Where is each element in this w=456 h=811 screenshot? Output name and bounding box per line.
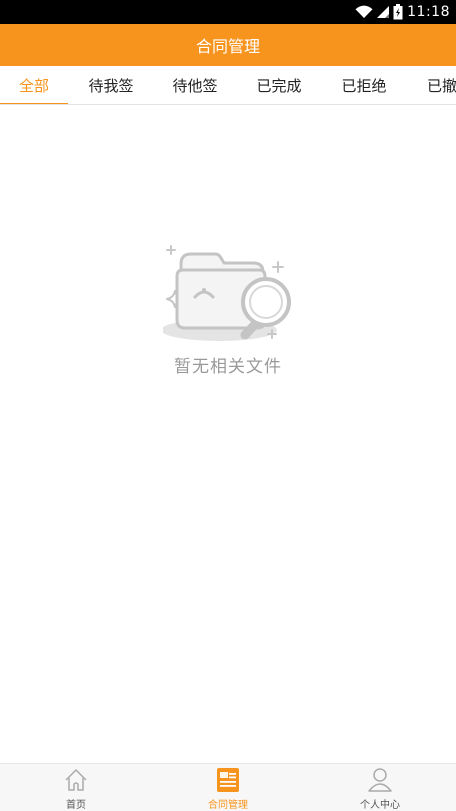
status-icons bbox=[355, 4, 403, 20]
status-time: 11:18 bbox=[407, 4, 450, 20]
page-title: 合同管理 bbox=[195, 37, 260, 56]
tab-bar: 全部 待我签 待他签 已完成 已拒绝 已撤 bbox=[0, 66, 456, 105]
tab-rejected[interactable]: 已拒绝 bbox=[330, 66, 398, 104]
user-icon bbox=[368, 768, 392, 792]
tab-pending-me[interactable]: 待我签 bbox=[77, 66, 145, 104]
empty-folder-search-icon bbox=[163, 245, 291, 341]
nav-contract-label: 合同管理 bbox=[208, 800, 248, 811]
tab-pending-others[interactable]: 待他签 bbox=[161, 66, 229, 104]
status-bar: 11:18 bbox=[0, 0, 456, 24]
content-area: 暂无相关文件 bbox=[0, 105, 456, 763]
app-header: 合同管理 bbox=[0, 24, 456, 66]
battery-icon bbox=[393, 4, 403, 20]
empty-state: 暂无相关文件 bbox=[0, 242, 456, 377]
nav-home[interactable]: 首页 bbox=[0, 764, 152, 811]
wifi-icon bbox=[355, 5, 373, 19]
contract-icon bbox=[217, 768, 239, 792]
nav-personal-center[interactable]: 个人中心 bbox=[304, 764, 456, 811]
empty-state-message: 暂无相关文件 bbox=[174, 357, 282, 377]
nav-home-label: 首页 bbox=[66, 800, 86, 811]
nav-personal-label: 个人中心 bbox=[360, 800, 400, 811]
tab-completed[interactable]: 已完成 bbox=[245, 66, 313, 104]
tab-revoked[interactable]: 已撤 bbox=[418, 66, 456, 104]
nav-contract-management[interactable]: 合同管理 bbox=[152, 764, 304, 811]
tab-all[interactable]: 全部 bbox=[0, 66, 68, 104]
bottom-nav: 首页 合同管理 个人中心 bbox=[0, 763, 456, 811]
home-icon bbox=[65, 769, 87, 791]
signal-icon bbox=[377, 6, 390, 18]
